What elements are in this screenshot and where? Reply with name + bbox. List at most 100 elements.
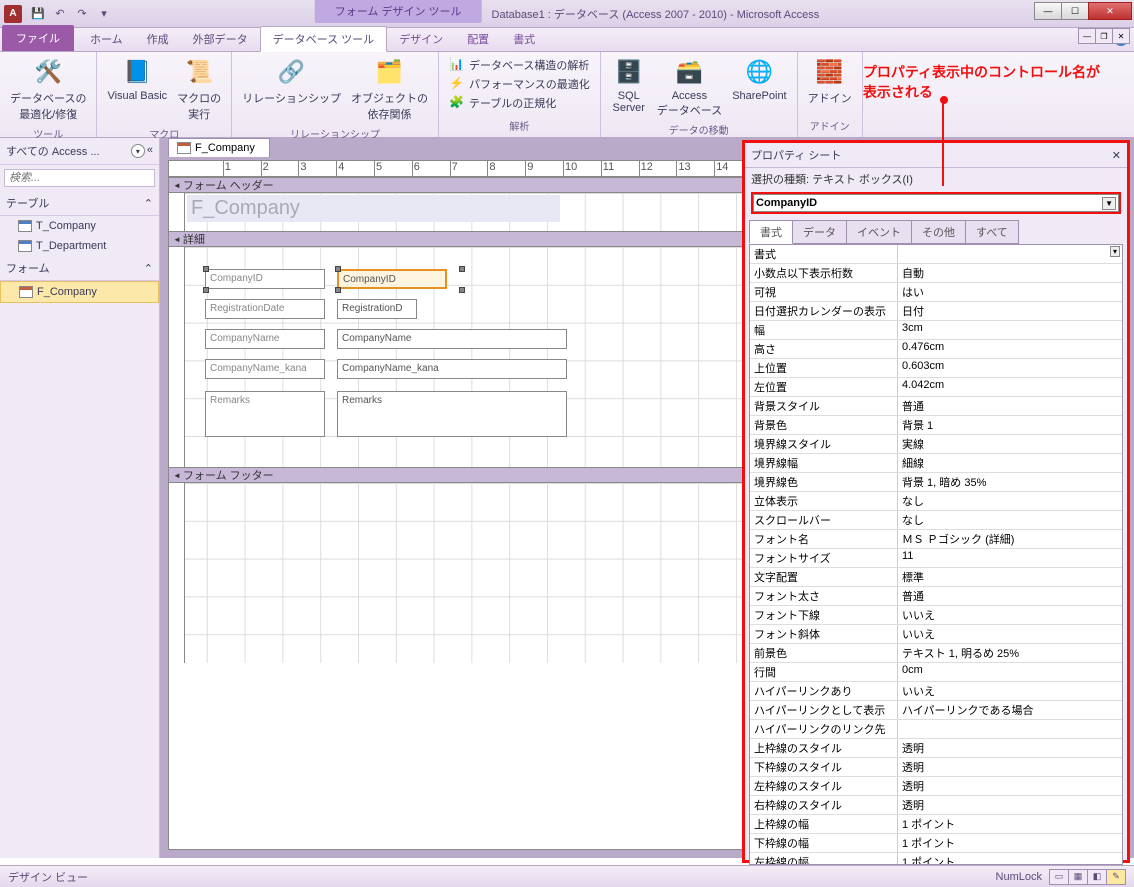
tab-arrange[interactable]: 配置 (455, 27, 501, 51)
property-row[interactable]: 幅3cm (750, 321, 1122, 340)
property-tab[interactable]: すべて (965, 220, 1019, 244)
tab-database-tools[interactable]: データベース ツール (260, 26, 388, 52)
run-macro-button[interactable]: 📜マクロの 実行 (173, 54, 225, 124)
property-row[interactable]: スクロールバーなし (750, 511, 1122, 530)
qat-customize-icon[interactable]: ▾ (94, 4, 114, 24)
property-row[interactable]: 前景色テキスト 1, 明るめ 25% (750, 644, 1122, 663)
nav-header[interactable]: すべての Access ... ▾« (0, 138, 159, 165)
field-control[interactable]: CompanyName (337, 329, 567, 349)
property-value[interactable]: 0.603cm (898, 359, 1122, 377)
property-row[interactable]: 背景スタイル普通 (750, 397, 1122, 416)
compact-repair-button[interactable]: 🛠️データベースの 最適化/修復 (6, 54, 90, 124)
property-row[interactable]: 行間0cm (750, 663, 1122, 682)
property-value[interactable]: いいえ (898, 606, 1122, 624)
tab-external-data[interactable]: 外部データ (181, 27, 260, 51)
property-row[interactable]: 上位置0.603cm (750, 359, 1122, 378)
property-row[interactable]: 立体表示なし (750, 492, 1122, 511)
property-value[interactable]: 自動 (898, 264, 1122, 282)
property-row[interactable]: 境界線色背景 1, 暗め 35% (750, 473, 1122, 492)
property-row[interactable]: 左枠線のスタイル透明 (750, 777, 1122, 796)
mdi-minimize-button[interactable]: — (1078, 28, 1096, 44)
property-value[interactable]: 1 ポイント (898, 815, 1122, 833)
property-value[interactable]: 日付 (898, 302, 1122, 320)
property-row[interactable]: 上枠線のスタイル透明 (750, 739, 1122, 758)
datasheet-view-button[interactable]: ▦ (1068, 869, 1088, 885)
field-control[interactable]: CompanyName_kana (337, 359, 567, 379)
close-button[interactable]: ✕ (1088, 2, 1132, 20)
property-row[interactable]: ハイパーリンクありいいえ (750, 682, 1122, 701)
property-value[interactable]: 背景 1 (898, 416, 1122, 434)
property-value[interactable] (898, 720, 1122, 738)
property-value[interactable]: 実線 (898, 435, 1122, 453)
property-grid[interactable]: 書式小数点以下表示桁数自動可視はい日付選択カレンダーの表示日付幅3cm高さ0.4… (749, 244, 1123, 865)
document-tab[interactable]: F_Company (168, 138, 270, 157)
search-input[interactable] (4, 169, 155, 187)
field-label[interactable]: Remarks (205, 391, 325, 437)
field-label[interactable]: CompanyName (205, 329, 325, 349)
maximize-button[interactable]: ☐ (1061, 2, 1089, 20)
property-value[interactable]: 標準 (898, 568, 1122, 586)
property-row[interactable]: 下枠線の幅1 ポイント (750, 834, 1122, 853)
property-value[interactable]: テキスト 1, 明るめ 25% (898, 644, 1122, 662)
field-control[interactable]: RegistrationD (337, 299, 417, 319)
property-value[interactable]: 3cm (898, 321, 1122, 339)
layout-view-button[interactable]: ◧ (1087, 869, 1107, 885)
property-row[interactable]: 右枠線のスタイル透明 (750, 796, 1122, 815)
property-value[interactable]: 4.042cm (898, 378, 1122, 396)
property-value[interactable]: 1 ポイント (898, 853, 1122, 865)
field-label[interactable]: CompanyID (205, 269, 325, 289)
mdi-restore-button[interactable]: ❐ (1095, 28, 1113, 44)
property-row[interactable]: 左枠線の幅1 ポイント (750, 853, 1122, 865)
property-tab[interactable]: データ (792, 220, 847, 244)
analyze-performance-button[interactable]: ⚡パフォーマンスの最適化 (447, 75, 592, 93)
nav-item-t-department[interactable]: T_Department (0, 236, 159, 256)
field-control[interactable]: Remarks (337, 391, 567, 437)
property-row[interactable]: フォント名ＭＳ Ｐゴシック (詳細) (750, 530, 1122, 549)
property-row[interactable]: 下枠線のスタイル透明 (750, 758, 1122, 777)
visual-basic-button[interactable]: 📘Visual Basic (103, 54, 171, 104)
property-row[interactable]: フォント下線いいえ (750, 606, 1122, 625)
property-control-selector[interactable]: CompanyID (753, 194, 1119, 212)
normalize-table-button[interactable]: 🧩テーブルの正規化 (447, 94, 592, 112)
minimize-button[interactable]: — (1034, 2, 1062, 20)
property-row[interactable]: 境界線スタイル実線 (750, 435, 1122, 454)
property-value[interactable]: はい (898, 283, 1122, 301)
property-tab[interactable]: その他 (911, 220, 966, 244)
nav-collapse-icon[interactable]: « (147, 144, 153, 158)
tab-design[interactable]: デザイン (387, 27, 455, 51)
property-value[interactable]: 普通 (898, 397, 1122, 415)
property-sheet-close-icon[interactable]: ✕ (1112, 149, 1121, 162)
save-icon[interactable]: 💾 (28, 4, 48, 24)
property-value[interactable]: 透明 (898, 739, 1122, 757)
property-value[interactable]: ハイパーリンクである場合 (898, 701, 1122, 719)
property-value[interactable]: 普通 (898, 587, 1122, 605)
field-label[interactable]: RegistrationDate (205, 299, 325, 319)
property-value[interactable]: 透明 (898, 758, 1122, 776)
property-value[interactable]: 透明 (898, 777, 1122, 795)
property-row[interactable]: フォント太さ普通 (750, 587, 1122, 606)
nav-category-forms[interactable]: フォーム⌃ (0, 256, 159, 281)
tab-create[interactable]: 作成 (135, 27, 181, 51)
property-value[interactable]: 透明 (898, 796, 1122, 814)
property-row[interactable]: 上枠線の幅1 ポイント (750, 815, 1122, 834)
nav-dropdown-icon[interactable]: ▾ (131, 144, 145, 158)
property-value[interactable]: 細線 (898, 454, 1122, 472)
vertical-ruler[interactable] (169, 193, 185, 231)
property-row[interactable]: 文字配置標準 (750, 568, 1122, 587)
property-row[interactable]: フォント斜体いいえ (750, 625, 1122, 644)
property-row[interactable]: 小数点以下表示桁数自動 (750, 264, 1122, 283)
property-value[interactable]: 11 (898, 549, 1122, 567)
tab-home[interactable]: ホーム (78, 27, 135, 51)
tab-file[interactable]: ファイル (2, 25, 74, 51)
property-value[interactable]: いいえ (898, 625, 1122, 643)
property-value[interactable]: 1 ポイント (898, 834, 1122, 852)
property-value[interactable] (898, 245, 1122, 263)
property-row[interactable]: ハイパーリンクのリンク先 (750, 720, 1122, 739)
object-dependencies-button[interactable]: 🗂️オブジェクトの 依存関係 (347, 54, 432, 124)
nav-category-tables[interactable]: テーブル⌃ (0, 191, 159, 216)
vertical-ruler[interactable] (169, 247, 185, 467)
property-row[interactable]: ハイパーリンクとして表示ハイパーリンクである場合 (750, 701, 1122, 720)
nav-item-f-company[interactable]: F_Company (0, 281, 159, 303)
sql-server-button[interactable]: 🗄️SQL Server (607, 54, 651, 116)
property-value[interactable]: 背景 1, 暗め 35% (898, 473, 1122, 491)
